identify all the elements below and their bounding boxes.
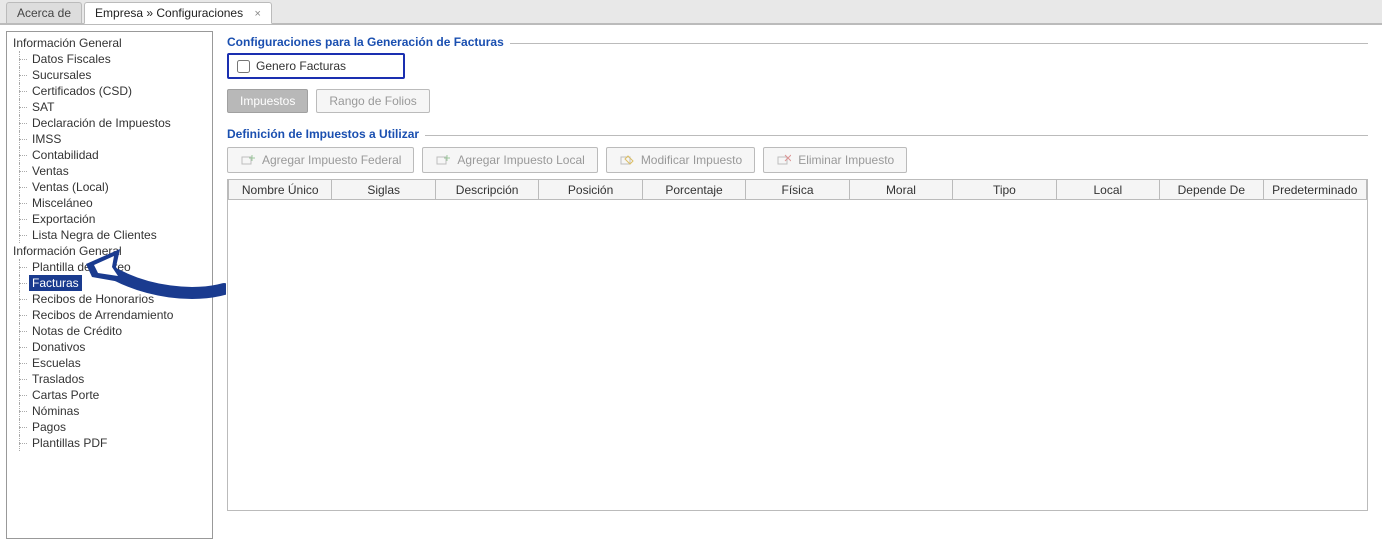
column-header[interactable]: Predeterminado xyxy=(1263,180,1366,200)
sidebar-item-label: Exportación xyxy=(29,211,98,227)
sidebar-item-cartas-porte[interactable]: Cartas Porte xyxy=(11,387,208,403)
tab-label: Acerca de xyxy=(17,6,71,20)
sidebar-item-donativos[interactable]: Donativos xyxy=(11,339,208,355)
sidebar-item-label: Ventas (Local) xyxy=(29,179,112,195)
column-header[interactable]: Depende De xyxy=(1160,180,1263,200)
sidebar-item-facturas[interactable]: Facturas xyxy=(11,275,208,291)
checkbox-label: Genero Facturas xyxy=(256,59,346,73)
sidebar-item-label: Contabilidad xyxy=(29,147,102,163)
sidebar-item-recibos-de-honorarios[interactable]: Recibos de Honorarios xyxy=(11,291,208,307)
sidebar-item-label: Escuelas xyxy=(29,355,84,371)
add-icon xyxy=(435,152,451,168)
agregar-impuesto-federal-button[interactable]: Agregar Impuesto Federal xyxy=(227,147,414,173)
sidebar-item-label: SAT xyxy=(29,99,57,115)
impuestos-table: Nombre ÚnicoSiglasDescripciónPosiciónPor… xyxy=(227,179,1368,511)
column-header[interactable]: Física xyxy=(746,180,849,200)
sidebar-item-certificados-csd-[interactable]: Certificados (CSD) xyxy=(11,83,208,99)
sidebar-item-lista-negra-de-clientes[interactable]: Lista Negra de Clientes xyxy=(11,227,208,243)
tab-empresa-configuraciones[interactable]: Empresa » Configuraciones × xyxy=(84,2,272,24)
sidebar-item-ventas[interactable]: Ventas xyxy=(11,163,208,179)
button-label: Eliminar Impuesto xyxy=(798,153,894,167)
sidebar-item-label: Declaración de Impuestos xyxy=(29,115,174,131)
close-icon[interactable]: × xyxy=(254,8,260,20)
impuestos-button[interactable]: Impuestos xyxy=(227,89,308,113)
column-header[interactable]: Nombre Único xyxy=(229,180,332,200)
column-header[interactable]: Local xyxy=(1056,180,1159,200)
column-header[interactable]: Siglas xyxy=(332,180,435,200)
sidebar-item-label: Notas de Crédito xyxy=(29,323,125,339)
sidebar-item-label: Donativos xyxy=(29,339,88,355)
groupbox-legend: Definición de Impuestos a Utilizar xyxy=(227,127,425,141)
sidebar-item-label: Pagos xyxy=(29,419,69,435)
sidebar-item-declaraci-n-de-impuestos[interactable]: Declaración de Impuestos xyxy=(11,115,208,131)
sidebar-item-ventas-local-[interactable]: Ventas (Local) xyxy=(11,179,208,195)
sidebar-item-sucursales[interactable]: Sucursales xyxy=(11,67,208,83)
checkbox-genero-facturas[interactable] xyxy=(237,60,250,73)
sidebar-item-escuelas[interactable]: Escuelas xyxy=(11,355,208,371)
sidebar-item-datos-fiscales[interactable]: Datos Fiscales xyxy=(11,51,208,67)
add-icon xyxy=(240,152,256,168)
sidebar-item-notas-de-cr-dito[interactable]: Notas de Crédito xyxy=(11,323,208,339)
sidebar-item-label: Misceláneo xyxy=(29,195,96,211)
sidebar-item-label: Certificados (CSD) xyxy=(29,83,135,99)
sidebar-item-label: Plantilla de Correo xyxy=(29,259,134,275)
sidebar-item-label: Lista Negra de Clientes xyxy=(29,227,160,243)
sidebar-tree: Información General Datos FiscalesSucurs… xyxy=(6,31,213,539)
sidebar-item-label: IMSS xyxy=(29,131,64,147)
sidebar-item-contabilidad[interactable]: Contabilidad xyxy=(11,147,208,163)
edit-icon xyxy=(619,152,635,168)
sidebar-item-exportaci-n[interactable]: Exportación xyxy=(11,211,208,227)
sidebar-item-plantilla-de-correo[interactable]: Plantilla de Correo xyxy=(11,259,208,275)
column-header[interactable]: Tipo xyxy=(953,180,1056,200)
sidebar-item-label: Traslados xyxy=(29,371,87,387)
delete-icon xyxy=(776,152,792,168)
sidebar-item-label: Sucursales xyxy=(29,67,94,83)
tab-acerca-de[interactable]: Acerca de xyxy=(6,2,82,23)
sidebar-item-label: Ventas xyxy=(29,163,72,179)
button-label: Impuestos xyxy=(240,94,295,108)
content-pane: Configuraciones para la Generación de Fa… xyxy=(213,25,1382,545)
groupbox-definicion-impuestos: Definición de Impuestos a Utilizar Agreg… xyxy=(227,127,1368,511)
sidebar-item-traslados[interactable]: Traslados xyxy=(11,371,208,387)
sidebar-item-label: Nóminas xyxy=(29,403,82,419)
groupbox-legend: Configuraciones para la Generación de Fa… xyxy=(227,35,510,49)
button-label: Rango de Folios xyxy=(329,94,416,108)
sidebar-item-pagos[interactable]: Pagos xyxy=(11,419,208,435)
column-header[interactable]: Posición xyxy=(539,180,642,200)
sidebar-item-recibos-de-arrendamiento[interactable]: Recibos de Arrendamiento xyxy=(11,307,208,323)
sidebar-item-label: Cartas Porte xyxy=(29,387,102,403)
sidebar-item-label: Recibos de Arrendamiento xyxy=(29,307,176,323)
sidebar-item-miscel-neo[interactable]: Misceláneo xyxy=(11,195,208,211)
sidebar-item-sat[interactable]: SAT xyxy=(11,99,208,115)
modificar-impuesto-button[interactable]: Modificar Impuesto xyxy=(606,147,755,173)
eliminar-impuesto-button[interactable]: Eliminar Impuesto xyxy=(763,147,907,173)
groupbox-config-facturas: Configuraciones para la Generación de Fa… xyxy=(227,35,1368,113)
tabstrip: Acerca de Empresa » Configuraciones × xyxy=(0,0,1382,24)
column-header[interactable]: Moral xyxy=(849,180,952,200)
column-header[interactable]: Porcentaje xyxy=(642,180,745,200)
sidebar-item-imss[interactable]: IMSS xyxy=(11,131,208,147)
sidebar-item-n-minas[interactable]: Nóminas xyxy=(11,403,208,419)
sidebar-item-label: Recibos de Honorarios xyxy=(29,291,157,307)
tree-group-label: Información General xyxy=(11,35,208,51)
tab-label: Empresa » Configuraciones xyxy=(95,6,243,20)
button-label: Modificar Impuesto xyxy=(641,153,742,167)
tree-group-label: Información General xyxy=(11,243,208,259)
checkbox-genero-facturas-row[interactable]: Genero Facturas xyxy=(227,53,405,79)
sidebar-item-label: Datos Fiscales xyxy=(29,51,114,67)
rango-folios-button[interactable]: Rango de Folios xyxy=(316,89,429,113)
column-header[interactable]: Descripción xyxy=(435,180,538,200)
button-label: Agregar Impuesto Federal xyxy=(262,153,401,167)
sidebar-item-label: Facturas xyxy=(29,275,82,291)
button-label: Agregar Impuesto Local xyxy=(457,153,584,167)
sidebar-item-plantillas-pdf[interactable]: Plantillas PDF xyxy=(11,435,208,451)
sidebar-item-label: Plantillas PDF xyxy=(29,435,110,451)
agregar-impuesto-local-button[interactable]: Agregar Impuesto Local xyxy=(422,147,597,173)
